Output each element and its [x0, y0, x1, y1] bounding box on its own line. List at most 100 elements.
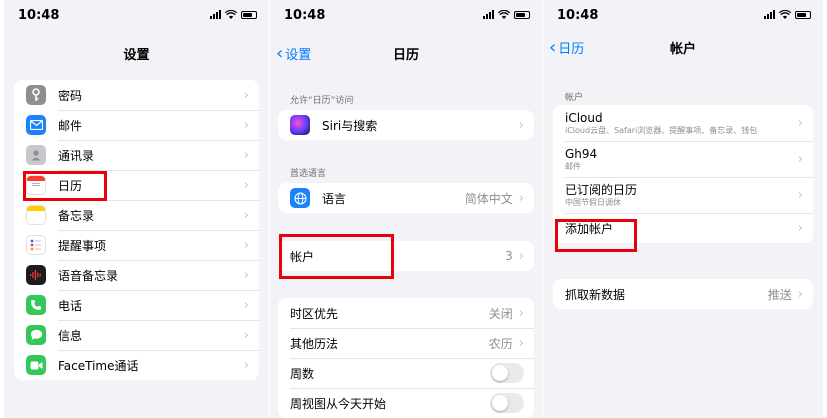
nav-bar: 设置 — [4, 36, 269, 66]
week-start-today-row: 周视图从今天开始 — [278, 388, 534, 418]
access-group: Siri与搜索 › — [278, 110, 534, 140]
language-group: 语言 简体中文 › — [278, 183, 534, 213]
week-numbers-row: 周数 — [278, 358, 534, 388]
status-bar: 10:48 — [270, 0, 542, 30]
fetch-group: 抓取新数据 推送 › — [553, 279, 813, 309]
week-numbers-label: 周数 — [290, 366, 315, 381]
settings-item-contacts[interactable]: 通讯录 › — [14, 140, 259, 170]
alt-calendar-value: 农历 — [488, 336, 513, 351]
accounts-count: 3 — [505, 249, 513, 263]
chevron-right-icon: › — [243, 117, 249, 133]
chevron-right-icon: › — [243, 237, 249, 253]
settings-item-label: 通讯录 — [58, 148, 95, 163]
week-numbers-toggle[interactable] — [490, 363, 524, 383]
account-icloud[interactable]: iCloud iCloud云盘、Safari浏览器、提醒事项、备忘录、钱包 › — [553, 105, 813, 141]
chevron-right-icon: › — [243, 327, 249, 343]
settings-item-facetime[interactable]: FaceTime通话 › — [14, 350, 259, 380]
highlight-calendar — [23, 171, 107, 201]
settings-item-label: 邮件 — [58, 118, 83, 133]
section-header-language: 首选语言 — [290, 169, 327, 179]
chevron-right-icon: › — [518, 248, 524, 264]
settings-item-label: 电话 — [58, 298, 83, 313]
section-header-accounts: 帐户 — [565, 93, 584, 103]
timezone-override-row[interactable]: 时区优先 关闭 › — [278, 298, 534, 328]
mail-icon — [26, 115, 46, 135]
reminders-icon — [26, 235, 46, 255]
page-title: 日历 — [392, 48, 419, 63]
chevron-right-icon: › — [797, 151, 803, 167]
globe-icon — [290, 188, 310, 208]
settings-item-notes[interactable]: 备忘录 › — [14, 200, 259, 230]
section-header-access: 允许“日历”访问 — [290, 96, 354, 106]
wifi-icon — [225, 10, 237, 19]
language-row[interactable]: 语言 简体中文 › — [278, 183, 534, 213]
battery-icon — [241, 10, 257, 19]
siri-search-label: Siri与搜索 — [322, 118, 378, 133]
cellular-signal-icon — [483, 10, 494, 19]
chevron-right-icon: › — [797, 286, 803, 302]
week-start-label: 周视图从今天开始 — [290, 396, 387, 411]
chevron-right-icon: › — [243, 177, 249, 193]
timezone-value: 关闭 — [488, 306, 513, 321]
settings-item-label: 信息 — [58, 328, 83, 343]
chevron-right-icon: › — [518, 335, 524, 351]
accounts-screen: 10:48 ‹ 日历 帐户 帐户 iCloud iCloud云盘、Safari浏… — [543, 0, 823, 418]
voice-memos-icon — [26, 265, 46, 285]
messages-icon — [26, 325, 46, 345]
cellular-signal-icon — [210, 10, 221, 19]
alternate-calendars-row[interactable]: 其他历法 农历 › — [278, 328, 534, 358]
siri-search-row[interactable]: Siri与搜索 › — [278, 110, 534, 140]
account-name: iCloud — [565, 110, 603, 125]
chevron-right-icon: › — [243, 267, 249, 283]
contacts-icon — [26, 145, 46, 165]
settings-list: 密码 › 邮件 › 通讯录 › :::: 日历 › 备忘录 › 提醒事项 › 语… — [14, 80, 259, 380]
status-time: 10:48 — [557, 8, 599, 23]
timezone-label: 时区优先 — [290, 306, 339, 321]
chevron-right-icon: › — [797, 187, 803, 203]
fetch-new-data-row[interactable]: 抓取新数据 推送 › — [553, 279, 813, 309]
status-time: 10:48 — [18, 8, 60, 23]
account-name: 已订阅的日历 — [565, 182, 638, 197]
settings-item-messages[interactable]: 信息 › — [14, 320, 259, 350]
notes-icon — [26, 205, 46, 225]
settings-screen: 10:48 设置 密码 › 邮件 › 通讯录 ›:::: 日历 › 备忘录 ›… — [4, 0, 269, 418]
chevron-right-icon: › — [243, 297, 249, 313]
siri-icon — [290, 115, 310, 135]
chevron-right-icon: › — [243, 207, 249, 223]
week-start-toggle[interactable] — [490, 393, 524, 413]
settings-item-phone[interactable]: 电话 › — [14, 290, 259, 320]
page-title: 帐户 — [669, 42, 696, 57]
battery-icon — [514, 10, 530, 19]
calendar-settings-screen: 10:48 ‹ 设置 日历 允许“日历”访问 Siri与搜索 › 首选语言 语言… — [270, 0, 542, 418]
highlight-add-account — [555, 219, 637, 252]
settings-item-voice-memos[interactable]: 语音备忘录 › — [14, 260, 259, 290]
account-detail: 中国节假日调休 — [565, 197, 621, 207]
account-detail: iCloud云盘、Safari浏览器、提醒事项、备忘录、钱包 — [565, 125, 758, 135]
account-gh94[interactable]: Gh94 邮件 › — [553, 141, 813, 177]
alt-calendar-label: 其他历法 — [290, 336, 339, 351]
account-detail: 邮件 — [565, 161, 581, 171]
account-subscribed-calendars[interactable]: 已订阅的日历 中国节假日调休 › — [553, 177, 813, 213]
wifi-icon — [779, 10, 791, 19]
status-time: 10:48 — [284, 8, 326, 23]
fetch-value: 推送 — [767, 287, 792, 302]
settings-item-reminders[interactable]: 提醒事项 › — [14, 230, 259, 260]
chevron-right-icon: › — [797, 220, 803, 236]
chevron-right-icon: › — [797, 115, 803, 131]
nav-bar: ‹ 设置 日历 — [270, 36, 542, 66]
cellular-signal-icon — [764, 10, 775, 19]
chevron-right-icon: › — [518, 190, 524, 206]
chevron-right-icon: › — [518, 117, 524, 133]
chevron-right-icon: › — [518, 305, 524, 321]
status-bar: 10:48 — [4, 0, 269, 30]
language-value: 简体中文 — [464, 191, 513, 206]
chevron-right-icon: › — [243, 87, 249, 103]
settings-item-label: 密码 — [58, 88, 83, 103]
settings-item-label: 提醒事项 — [58, 238, 107, 253]
settings-item-passwords[interactable]: 密码 › — [14, 80, 259, 110]
settings-item-mail[interactable]: 邮件 › — [14, 110, 259, 140]
settings-item-label: FaceTime通话 — [58, 358, 139, 373]
fetch-label: 抓取新数据 — [565, 287, 626, 302]
chevron-right-icon: › — [243, 357, 249, 373]
chevron-right-icon: › — [243, 147, 249, 163]
